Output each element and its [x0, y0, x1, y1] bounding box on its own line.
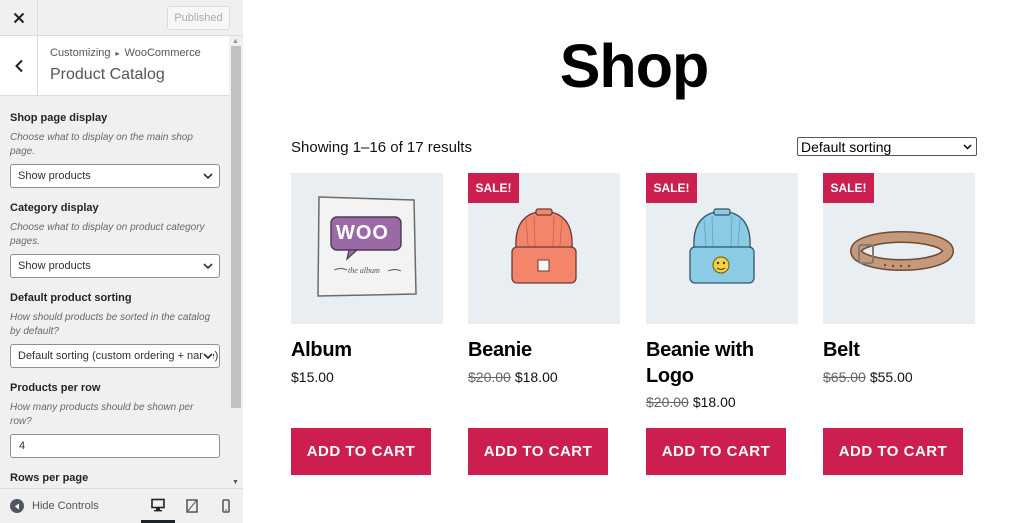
breadcrumb-current: WooCommerce: [124, 47, 201, 59]
shop-page-display-description: Choose what to display on the main shop …: [10, 132, 193, 157]
chevron-left-icon: [14, 59, 23, 72]
desktop-icon: [151, 498, 165, 511]
customizer-topbar: Published: [0, 0, 243, 36]
scroll-up-arrow-icon[interactable]: ▲: [232, 38, 239, 45]
hide-controls-button[interactable]: Hide Controls: [10, 499, 99, 513]
default-sorting-description: How should products be sorted in the cat…: [10, 312, 211, 337]
shop-sorting-value: Default sorting: [801, 138, 892, 155]
breadcrumb: Customizing ▸ WooCommerce: [50, 47, 201, 59]
sale-badge: SALE!: [646, 173, 697, 203]
chevron-down-icon: [203, 173, 213, 180]
controls-scrollbar[interactable]: ▲ ▼: [229, 36, 243, 488]
collapse-arrow-icon: [10, 499, 24, 513]
section-header: Customizing ▸ WooCommerce Product Catalo…: [0, 36, 229, 96]
add-to-cart-button[interactable]: ADD TO CART: [646, 428, 786, 475]
hide-controls-label: Hide Controls: [32, 500, 99, 512]
scrollbar-thumb[interactable]: [231, 46, 241, 408]
product-name[interactable]: Album: [291, 337, 443, 363]
sale-price: $18.00: [514, 369, 558, 385]
category-display-select[interactable]: Show products: [10, 254, 220, 278]
sale-badge: SALE!: [823, 173, 874, 203]
product-image-link[interactable]: SALE!: [468, 173, 620, 324]
add-to-cart-button[interactable]: ADD TO CART: [823, 428, 963, 475]
close-customizer-button[interactable]: [0, 0, 38, 36]
chevron-down-icon: [963, 144, 972, 150]
published-button[interactable]: Published: [167, 6, 230, 30]
category-display-value: Show products: [18, 260, 91, 272]
product-image-link[interactable]: WOO the album: [291, 173, 443, 324]
product-price: $15.00: [291, 369, 334, 385]
default-sorting-select[interactable]: Default sorting (custom ordering + name): [10, 344, 220, 368]
product-price: $20.00 $18.00: [646, 394, 736, 410]
original-price: $20.00: [646, 394, 689, 410]
preview-tablet-button[interactable]: [175, 489, 209, 523]
shop-page-display-label: Shop page display: [10, 112, 108, 124]
breadcrumb-separator: ▸: [115, 48, 120, 58]
original-price: $65.00: [823, 369, 866, 385]
result-count: Showing 1–16 of 17 results: [291, 139, 472, 156]
page-title: Shop: [559, 32, 709, 100]
shop-page-display-select[interactable]: Show products: [10, 164, 220, 188]
product-name[interactable]: Beanie with Logo: [646, 337, 798, 389]
product-price: $20.00 $18.00: [468, 369, 558, 385]
add-to-cart-button[interactable]: ADD TO CART: [291, 428, 431, 475]
preview-mobile-button[interactable]: [209, 489, 243, 523]
shop-preview: Shop Showing 1–16 of 17 results Default …: [244, 0, 1024, 523]
sale-price: $18.00: [692, 394, 736, 410]
original-price: $20.00: [468, 369, 511, 385]
products-per-row-label: Products per row: [10, 382, 101, 394]
product-price: $65.00 $55.00: [823, 369, 913, 385]
section-title: Product Catalog: [50, 66, 165, 83]
tablet-icon: [186, 499, 198, 513]
customizer-sidebar: Published Customizing ▸ WooCommerce Prod…: [0, 0, 243, 523]
default-sorting-value: Default sorting (custom ordering + name): [18, 350, 219, 362]
album-logo-text: WOO: [336, 222, 389, 244]
customizer-footer: Hide Controls: [0, 488, 243, 523]
woo-album-image: [317, 196, 417, 297]
products-per-row-input[interactable]: 4: [10, 434, 220, 458]
current-price: $15.00: [291, 369, 334, 385]
mobile-icon: [222, 499, 230, 513]
album-caption-text: the album: [348, 266, 380, 275]
back-button[interactable]: [0, 36, 38, 95]
sale-badge: SALE!: [468, 173, 519, 203]
product-image-link[interactable]: SALE!: [823, 173, 975, 324]
chevron-down-icon: [203, 263, 213, 270]
rows-per-page-label: Rows per page: [10, 472, 89, 484]
preview-desktop-button[interactable]: [141, 489, 175, 523]
sale-price: $55.00: [869, 369, 913, 385]
chevron-down-icon: [203, 353, 213, 360]
product-name[interactable]: Belt: [823, 337, 975, 363]
products-per-row-description: How many products should be shown per ro…: [10, 402, 194, 427]
shop-sorting-select[interactable]: Default sorting: [797, 137, 977, 156]
category-display-label: Category display: [10, 202, 99, 214]
scroll-down-arrow-icon[interactable]: ▼: [232, 479, 239, 486]
breadcrumb-parent: Customizing: [50, 47, 111, 59]
product-image-link[interactable]: SALE!: [646, 173, 798, 324]
product-name[interactable]: Beanie: [468, 337, 620, 363]
add-to-cart-button[interactable]: ADD TO CART: [468, 428, 608, 475]
close-icon: [13, 12, 24, 24]
shop-page-display-value: Show products: [18, 170, 91, 182]
default-sorting-label: Default product sorting: [10, 292, 132, 304]
controls-panel: Shop page display Choose what to display…: [0, 96, 229, 488]
category-display-description: Choose what to display on product catego…: [10, 222, 205, 247]
